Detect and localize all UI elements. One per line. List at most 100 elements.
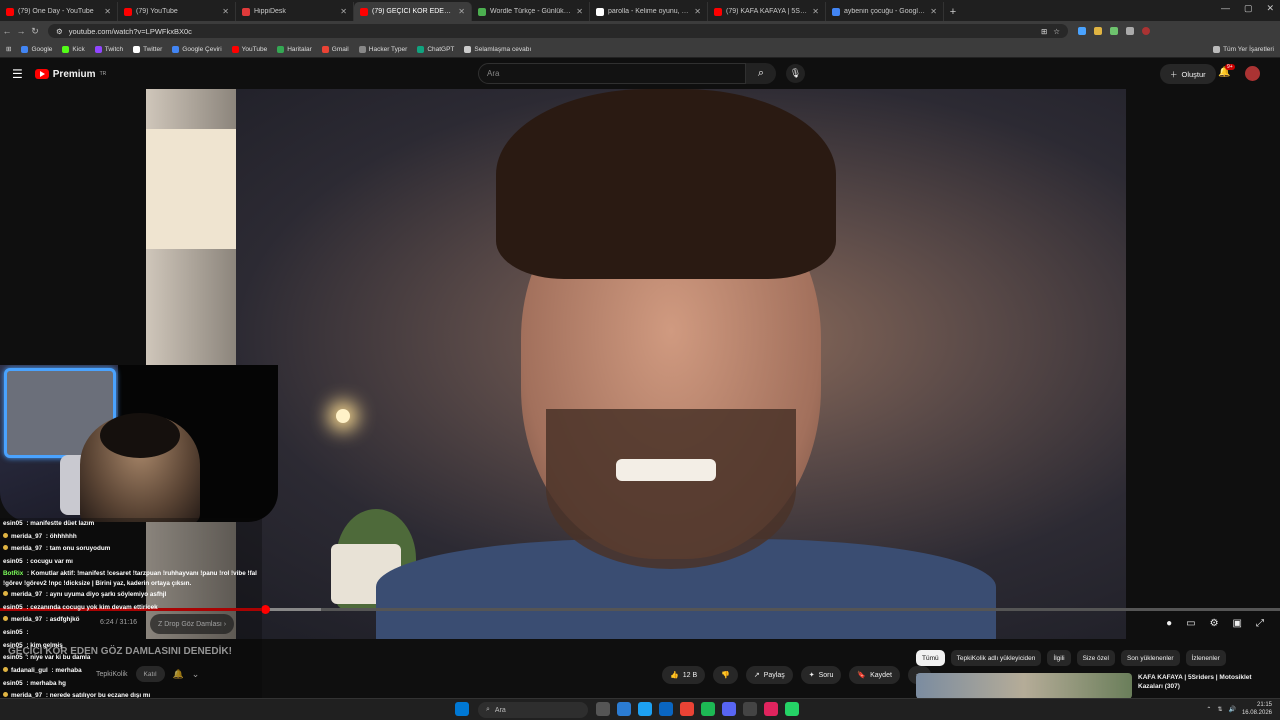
bookmark-item[interactable]: YouTube — [231, 45, 267, 53]
site-info-icon[interactable]: ⚙ — [56, 27, 63, 36]
browser-tab[interactable]: (79) GEÇİCİ KÖR EDEN GÖZ ✕ — [354, 2, 472, 21]
fullscreen-icon[interactable]: ⤢ — [1256, 618, 1264, 629]
taskbar-app-icon[interactable] — [680, 702, 694, 716]
apps-grid-icon[interactable]: ⊞ — [6, 45, 11, 53]
youtube-logo[interactable]: Premium TR — [34, 69, 106, 80]
tab-close-icon[interactable]: ✕ — [812, 7, 819, 16]
tab-close-icon[interactable]: ✕ — [340, 7, 347, 16]
bookmark-item[interactable]: Kick — [62, 45, 85, 53]
taskbar-app-icon[interactable] — [743, 702, 757, 716]
chat-message: BotRix : Komutlar aktif: !manifest !cesa… — [3, 569, 257, 587]
browser-tab[interactable]: (79) KAFA KAFAYA | 5Sriders | M ✕ — [708, 2, 826, 21]
profile-avatar[interactable] — [1142, 27, 1150, 35]
like-button[interactable]: 👍 12 B — [662, 666, 706, 684]
extension-icon[interactable] — [1078, 27, 1086, 35]
taskbar-app-icon[interactable] — [596, 702, 610, 716]
filter-chip[interactable]: TepkiKolik adlı yükleyiciden — [950, 650, 1042, 666]
voice-search-button[interactable]: 🎙 — [786, 64, 805, 83]
bookmark-item[interactable]: Twitter — [133, 45, 162, 53]
all-bookmarks-button[interactable]: Tüm Yer İşaretleri — [1213, 45, 1274, 53]
thumbs-up-icon: 👍 — [670, 672, 679, 679]
browser-tab[interactable]: HippiDesk ✕ — [236, 2, 354, 21]
recommended-thumbnail[interactable] — [916, 673, 1132, 699]
forward-icon[interactable]: → — [14, 26, 28, 36]
taskbar-app-icon[interactable] — [701, 702, 715, 716]
bookmark-item[interactable]: Selamlaşma cevabı — [464, 45, 531, 53]
browser-tab[interactable]: Wordle Türkçe - Günlük Kelime ✕ — [472, 2, 590, 21]
subtitles-icon[interactable]: ▭ — [1186, 618, 1195, 629]
tab-close-icon[interactable]: ✕ — [930, 7, 937, 16]
progress-scrubber-handle[interactable] — [261, 605, 270, 614]
bookmark-item[interactable]: Twitch — [94, 45, 123, 53]
tab-close-icon[interactable]: ✕ — [104, 7, 111, 16]
bookmark-icon: 🔖 — [857, 672, 867, 679]
bookmark-item[interactable]: Haritalar — [277, 45, 312, 53]
extension-icon[interactable] — [1094, 27, 1102, 35]
extension-icon[interactable] — [1110, 27, 1118, 35]
chat-message: merida_97 : öhhhhhh — [0, 531, 262, 544]
browser-tab[interactable]: aybenin çocuğu - Google'da Ar ✕ — [826, 2, 944, 21]
notifications-button[interactable]: 🔔 9+ — [1218, 64, 1235, 78]
taskbar-search[interactable]: ⌕ Ara — [478, 702, 588, 718]
share-button[interactable]: ↗ Paylaş — [745, 666, 793, 684]
autoplay-toggle-icon[interactable]: ● — [1166, 618, 1172, 629]
search-button[interactable]: ⌕ — [746, 63, 776, 84]
browser-tab[interactable]: (79) YouTube ✕ — [118, 2, 236, 21]
create-button[interactable]: ＋ Oluştur — [1160, 64, 1216, 84]
new-tab-button[interactable]: + — [944, 2, 962, 21]
video-player[interactable] — [146, 89, 1126, 639]
chat-badge-icon — [3, 692, 8, 698]
back-icon[interactable]: ← — [0, 26, 14, 36]
star-icon[interactable]: ☆ — [1053, 27, 1060, 36]
bookmark-item[interactable]: Hacker Typer — [358, 45, 407, 53]
url-field[interactable]: ⚙ youtube.com/watch?v=LPWFkxBX0c ⊞ ☆ — [48, 24, 1068, 38]
reload-icon[interactable]: ↻ — [28, 26, 42, 37]
bookmark-item[interactable]: Google Çeviri — [172, 45, 222, 53]
clock-date: 16.08.2026 — [1241, 710, 1272, 716]
chat-username: esin05 — [3, 628, 23, 636]
search-input[interactable]: Ara — [478, 63, 746, 84]
network-icon[interactable]: ⇅ — [1217, 706, 1222, 713]
taskbar-app-icon[interactable] — [659, 702, 673, 716]
dislike-button[interactable]: 👎 — [713, 666, 738, 684]
account-avatar[interactable] — [1245, 66, 1260, 81]
taskbar-app-icon[interactable] — [617, 702, 631, 716]
ask-button[interactable]: ✦ Soru — [800, 666, 842, 684]
tab-close-icon[interactable]: ✕ — [694, 7, 701, 16]
puzzle-icon[interactable] — [1126, 27, 1134, 35]
filter-chip[interactable]: Tümü — [916, 650, 945, 666]
tab-close-icon[interactable]: ✕ — [222, 7, 229, 16]
chevron-up-icon[interactable]: ⌃ — [1206, 706, 1211, 713]
chat-username: esin05 — [3, 558, 23, 566]
browser-tab[interactable]: parolla - Kelime oyunu, Günlük ✕ — [590, 2, 708, 21]
hamburger-menu-icon[interactable]: ☰ — [12, 67, 23, 81]
bookmark-item[interactable]: Gmail — [321, 45, 349, 53]
close-icon[interactable]: ✕ — [1266, 3, 1274, 14]
save-button[interactable]: 🔖 Kaydet — [849, 666, 900, 684]
miniplayer-icon[interactable]: ▣ — [1233, 618, 1242, 629]
filter-chip[interactable]: Size özel — [1076, 650, 1115, 666]
chat-text: öhhhhhh — [49, 532, 77, 540]
tab-close-icon[interactable]: ✕ — [576, 7, 583, 16]
extensions-area — [1078, 27, 1150, 35]
bookmark-item[interactable]: ChatGPT — [417, 45, 454, 53]
taskbar-app-icon[interactable] — [785, 702, 799, 716]
minimize-icon[interactable]: — — [1221, 3, 1230, 14]
clock[interactable]: 21:15 16.08.2026 — [1242, 701, 1272, 717]
volume-icon[interactable]: 🔊 — [1228, 706, 1235, 713]
taskbar-app-icon[interactable] — [722, 702, 736, 716]
taskbar-app-icon[interactable] — [638, 702, 652, 716]
browser-tab[interactable]: (79) One Day - YouTube ✕ — [0, 2, 118, 21]
install-icon[interactable]: ⊞ — [1041, 27, 1047, 36]
recommended-title[interactable]: KAFA KAFAYA | 5Sriders | Motosiklet Kaza… — [1138, 673, 1278, 699]
settings-gear-icon[interactable]: ⚙ — [1210, 618, 1219, 629]
filter-chip[interactable]: İzlenenler — [1185, 650, 1226, 666]
start-button-icon[interactable] — [455, 702, 469, 716]
taskbar-app-icon[interactable] — [764, 702, 778, 716]
tab-close-icon[interactable]: ✕ — [458, 7, 465, 16]
filter-chip[interactable]: İlgili — [1047, 650, 1071, 666]
recommended-video[interactable]: KAFA KAFAYA | 5Sriders | Motosiklet Kaza… — [916, 673, 1278, 699]
filter-chip[interactable]: Son yüklenenler — [1120, 650, 1180, 666]
bookmark-item[interactable]: Google — [21, 45, 52, 53]
maximize-icon[interactable]: ▢ — [1244, 3, 1253, 14]
